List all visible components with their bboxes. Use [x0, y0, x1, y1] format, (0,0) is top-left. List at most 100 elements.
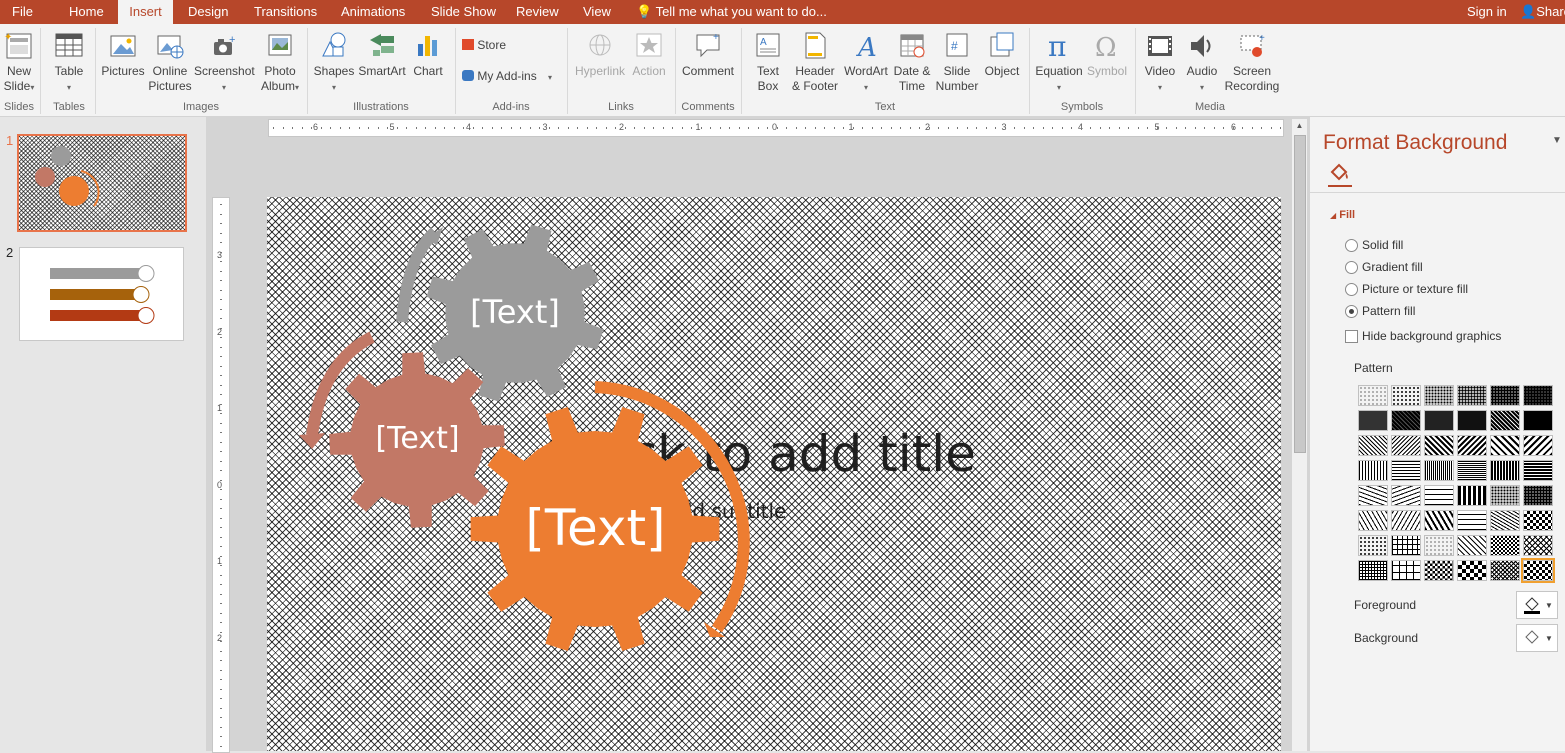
pattern-swatch[interactable] [1523, 485, 1553, 506]
pattern-swatch[interactable] [1490, 535, 1520, 556]
pattern-swatch[interactable] [1490, 460, 1520, 481]
fill-section-toggle[interactable]: ◢ Fill [1330, 209, 1355, 221]
table-button[interactable]: Table ▾ [48, 30, 90, 95]
gradient-fill-radio[interactable] [1345, 261, 1358, 274]
slide-canvas[interactable]: Click to add title Click to add subtitle… [267, 197, 1281, 751]
pattern-swatch[interactable] [1521, 558, 1555, 583]
tab-slide-show[interactable]: Slide Show [431, 0, 496, 24]
pattern-swatch[interactable] [1523, 460, 1553, 481]
pattern-swatch[interactable] [1457, 535, 1487, 556]
pattern-swatch[interactable] [1457, 435, 1487, 456]
picture-texture-fill-label[interactable]: Picture or texture fill [1362, 282, 1468, 296]
scrollbar-thumb[interactable] [1294, 135, 1306, 453]
tab-review[interactable]: Review [516, 0, 559, 24]
pattern-swatch[interactable] [1523, 535, 1553, 556]
pattern-swatch[interactable] [1391, 485, 1421, 506]
tab-transitions[interactable]: Transitions [254, 0, 317, 24]
pattern-swatch[interactable] [1490, 510, 1520, 531]
new-slide-button[interactable]: ✦ New Slide▾ [2, 30, 36, 95]
hide-bg-checkbox[interactable] [1345, 330, 1358, 343]
text-box-button[interactable]: A Text Box [748, 30, 788, 94]
screenshot-button[interactable]: + Screenshot ▾ [194, 30, 255, 95]
gradient-fill-label[interactable]: Gradient fill [1362, 260, 1423, 274]
slide-thumbnail-1[interactable] [17, 134, 187, 232]
tab-design[interactable]: Design [188, 0, 228, 24]
pattern-swatch[interactable] [1457, 560, 1487, 581]
sign-in-link[interactable]: Sign in [1467, 0, 1507, 24]
pattern-swatch[interactable] [1358, 435, 1388, 456]
pattern-swatch[interactable] [1457, 460, 1487, 481]
pattern-swatch[interactable] [1358, 410, 1388, 431]
pattern-swatch[interactable] [1424, 460, 1454, 481]
screen-recording-button[interactable]: + Screen Recording [1223, 30, 1281, 94]
scroll-up-icon[interactable]: ▲ [1292, 119, 1307, 133]
pattern-fill-radio[interactable] [1345, 305, 1358, 318]
pattern-fill-label[interactable]: Pattern fill [1362, 304, 1415, 318]
pattern-swatch[interactable] [1424, 485, 1454, 506]
pattern-swatch[interactable] [1523, 385, 1553, 406]
header-footer-button[interactable]: Header & Footer [790, 30, 840, 94]
foreground-color-button[interactable]: ▼ [1516, 591, 1558, 619]
pane-options-chevron-icon[interactable]: ▼ [1552, 135, 1562, 146]
pattern-swatch[interactable] [1391, 510, 1421, 531]
pattern-swatch[interactable] [1424, 435, 1454, 456]
tab-home[interactable]: Home [69, 0, 104, 24]
pattern-swatch[interactable] [1358, 385, 1388, 406]
pattern-swatch[interactable] [1457, 385, 1487, 406]
my-addins-button[interactable]: My Add-ins ▾ [462, 69, 552, 85]
pattern-swatch[interactable] [1358, 485, 1388, 506]
audio-button[interactable]: Audio ▾ [1182, 30, 1222, 95]
pattern-swatch[interactable] [1358, 560, 1388, 581]
pattern-swatch[interactable] [1358, 460, 1388, 481]
object-button[interactable]: Object [982, 30, 1022, 79]
chart-button[interactable]: Chart [410, 30, 446, 79]
pattern-swatch[interactable] [1490, 485, 1520, 506]
smartart-button[interactable]: SmartArt [356, 30, 408, 79]
fill-tab[interactable] [1328, 161, 1352, 187]
pattern-swatch[interactable] [1424, 560, 1454, 581]
pattern-swatch[interactable] [1490, 560, 1520, 581]
hyperlink-button[interactable]: Hyperlink [572, 30, 628, 79]
editor-vertical-scrollbar[interactable]: ▲ [1292, 119, 1307, 751]
pattern-swatch[interactable] [1358, 510, 1388, 531]
pattern-swatch[interactable] [1457, 485, 1487, 506]
comment-button[interactable]: + Comment [680, 30, 736, 79]
slide-number-button[interactable]: # Slide Number [934, 30, 980, 94]
pattern-swatch[interactable] [1391, 560, 1421, 581]
action-button[interactable]: Action [629, 30, 669, 79]
pattern-swatch[interactable] [1523, 510, 1553, 531]
picture-texture-fill-radio[interactable] [1345, 283, 1358, 296]
equation-button[interactable]: π Equation ▾ [1033, 30, 1085, 95]
solid-fill-radio[interactable] [1345, 239, 1358, 252]
pattern-swatch[interactable] [1523, 435, 1553, 456]
tell-me-search[interactable]: 💡 Tell me what you want to do... [636, 0, 827, 24]
tab-animations[interactable]: Animations [341, 0, 405, 24]
pattern-swatch[interactable] [1490, 410, 1520, 431]
pattern-swatch[interactable] [1391, 410, 1421, 431]
video-button[interactable]: Video ▾ [1140, 30, 1180, 95]
tab-insert[interactable]: Insert [118, 0, 173, 24]
pattern-swatch[interactable] [1457, 510, 1487, 531]
solid-fill-label[interactable]: Solid fill [1362, 238, 1403, 252]
online-pictures-button[interactable]: Online Pictures [147, 30, 193, 94]
pattern-swatch[interactable] [1424, 410, 1454, 431]
pattern-swatch[interactable] [1457, 410, 1487, 431]
pattern-swatch[interactable] [1391, 460, 1421, 481]
pattern-swatch[interactable] [1391, 435, 1421, 456]
pattern-swatch[interactable] [1490, 385, 1520, 406]
pattern-swatch[interactable] [1424, 535, 1454, 556]
pattern-swatch[interactable] [1358, 535, 1388, 556]
share-button[interactable]: 👤Share [1520, 0, 1565, 24]
store-button[interactable]: Store [462, 38, 506, 53]
wordart-button[interactable]: A WordArt ▾ [842, 30, 890, 95]
pattern-swatch[interactable] [1391, 385, 1421, 406]
date-time-button[interactable]: Date & Time [890, 30, 934, 94]
photo-album-button[interactable]: Photo Album▾ [258, 30, 302, 95]
pattern-swatch[interactable] [1424, 510, 1454, 531]
hide-bg-label[interactable]: Hide background graphics [1362, 329, 1501, 343]
pattern-swatch[interactable] [1523, 410, 1553, 431]
background-color-button[interactable]: ▼ [1516, 624, 1558, 652]
pattern-swatch[interactable] [1391, 535, 1421, 556]
slide-thumbnail-2[interactable] [19, 247, 184, 341]
tab-view[interactable]: View [583, 0, 611, 24]
